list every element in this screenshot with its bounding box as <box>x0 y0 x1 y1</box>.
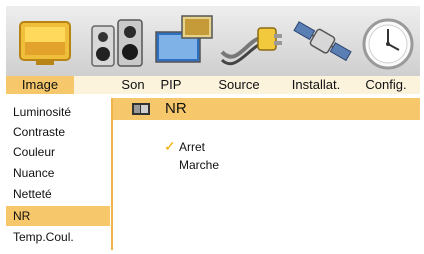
pip-screens-icon[interactable] <box>154 12 224 72</box>
source-cable-icon[interactable] <box>216 12 286 72</box>
tab-image[interactable]: Image <box>6 76 74 94</box>
satellite-icon[interactable] <box>288 12 356 72</box>
tab-config[interactable]: Config. <box>358 76 414 94</box>
list-item-couleur[interactable]: Couleur <box>6 142 110 162</box>
list-item-temp-coul[interactable]: Temp.Coul. <box>6 227 110 247</box>
panel-header <box>113 98 420 120</box>
check-icon: ✓ <box>164 138 176 154</box>
tab-source[interactable]: Source <box>214 76 264 94</box>
speakers-icon[interactable] <box>88 12 146 72</box>
category-icon-bar <box>6 6 420 76</box>
tab-pip[interactable]: PIP <box>154 76 188 94</box>
list-item-luminosite[interactable]: Luminosité <box>6 102 110 122</box>
list-item-nr[interactable]: NR <box>6 206 110 226</box>
list-item-nuance[interactable]: Nuance <box>6 163 110 183</box>
nr-icon <box>132 103 150 115</box>
list-item-contraste[interactable]: Contraste <box>6 122 110 142</box>
clock-icon[interactable] <box>356 12 416 72</box>
option-marche[interactable]: Marche <box>179 158 219 172</box>
tv-menu-window: Image Son PIP Source Installat. Config. … <box>1 1 423 253</box>
tab-installation[interactable]: Installat. <box>285 76 347 94</box>
option-arret[interactable]: Arret <box>179 140 205 154</box>
divider <box>111 98 113 250</box>
tab-son[interactable]: Son <box>116 76 150 94</box>
list-item-nettete[interactable]: Netteté <box>6 184 110 204</box>
settings-list: Luminosité Contraste Couleur Nuance Nett… <box>6 98 111 250</box>
panel-title: NR <box>165 100 187 117</box>
category-tab-bar: Image Son PIP Source Installat. Config. <box>6 76 420 94</box>
image-tv-icon[interactable] <box>16 12 74 72</box>
